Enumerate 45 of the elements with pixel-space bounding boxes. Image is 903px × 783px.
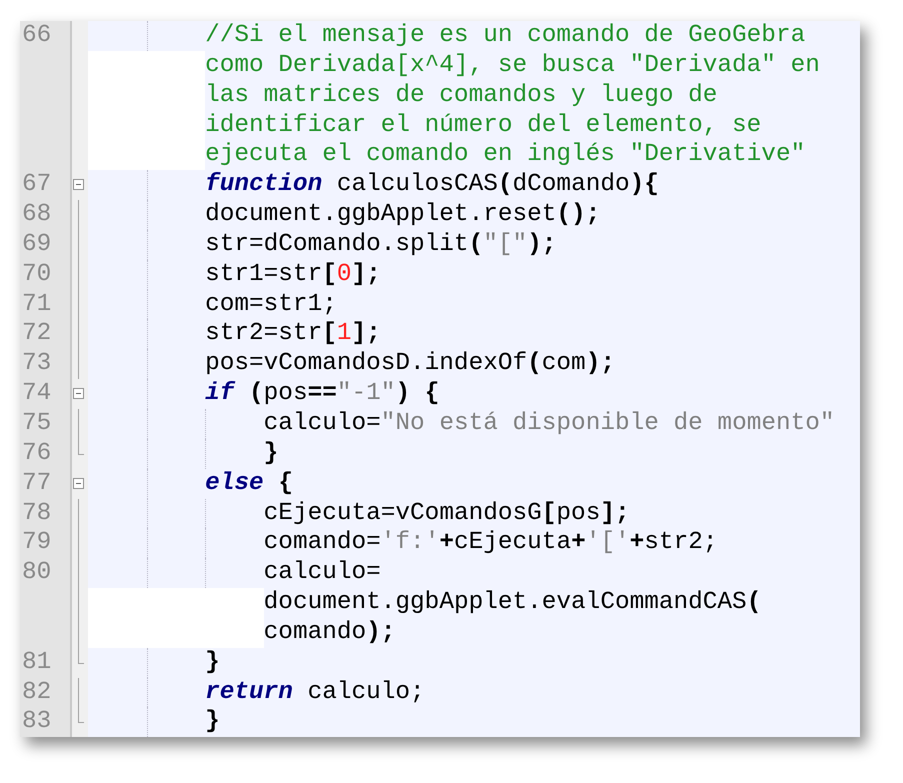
line-number: 77 <box>20 468 70 498</box>
code-line: str=dComando.split("["); <box>205 230 556 260</box>
code-line: } <box>205 648 220 678</box>
line-number: 83 <box>20 707 70 738</box>
line-number: 80 <box>20 558 70 588</box>
code-line: //Si el mensaje es un comando de GeoGebra <box>205 21 806 51</box>
line-number: 74 <box>20 379 70 409</box>
code-line: str1=str[0]; <box>205 260 381 290</box>
line-number: 71 <box>20 290 70 320</box>
code-line: else { <box>205 468 293 498</box>
line-number: 69 <box>20 230 70 260</box>
line-number: 73 <box>20 349 70 380</box>
code-line: } <box>205 707 220 738</box>
collapse-icon[interactable] <box>73 179 84 190</box>
line-number: 76 <box>20 438 70 469</box>
code-line: comando); <box>264 618 396 648</box>
code-line: } <box>264 438 278 469</box>
line-number: 72 <box>20 319 70 350</box>
line-number: 66 <box>20 21 70 51</box>
code-line: document.ggbApplet.evalCommandCAS( <box>264 588 762 618</box>
code-line: document.ggbApplet.reset(); <box>205 200 600 230</box>
code-line: function calculosCAS(dComando){ <box>205 170 659 200</box>
line-number: 68 <box>20 200 70 230</box>
line-number: 75 <box>20 408 70 439</box>
collapse-icon[interactable] <box>73 478 84 489</box>
code-line: str2=str[1]; <box>205 319 381 350</box>
collapse-icon[interactable] <box>73 388 84 400</box>
line-number: 78 <box>20 498 70 528</box>
code-line: return calculo; <box>205 678 425 708</box>
code-line: com=str1; <box>205 290 337 320</box>
code-line: cEjecuta=vComandosG[pos]; <box>264 498 630 528</box>
code-line: ejecuta el comando en inglés "Derivative" <box>205 140 806 170</box>
line-number: 67 <box>20 170 70 200</box>
code-line: comando='f:'+cEjecuta+'['+str2; <box>264 528 718 558</box>
code-line: calculo= <box>264 558 381 588</box>
line-number: 79 <box>20 528 70 558</box>
line-number: 70 <box>20 260 70 290</box>
code-line: if (pos=="-1") { <box>205 379 440 409</box>
line-number: 82 <box>20 678 70 708</box>
code-line: pos=vComandosD.indexOf(com); <box>205 349 615 380</box>
code-line: las matrices de comandos y luego de <box>205 80 718 111</box>
code-line: calculo="No está disponible de momento" <box>264 408 835 439</box>
code-line: como Derivada[x^4], se busca "Derivada" en <box>205 50 820 81</box>
code-line: identificar el número del elemento, se <box>205 110 762 140</box>
line-number: 81 <box>20 648 70 678</box>
